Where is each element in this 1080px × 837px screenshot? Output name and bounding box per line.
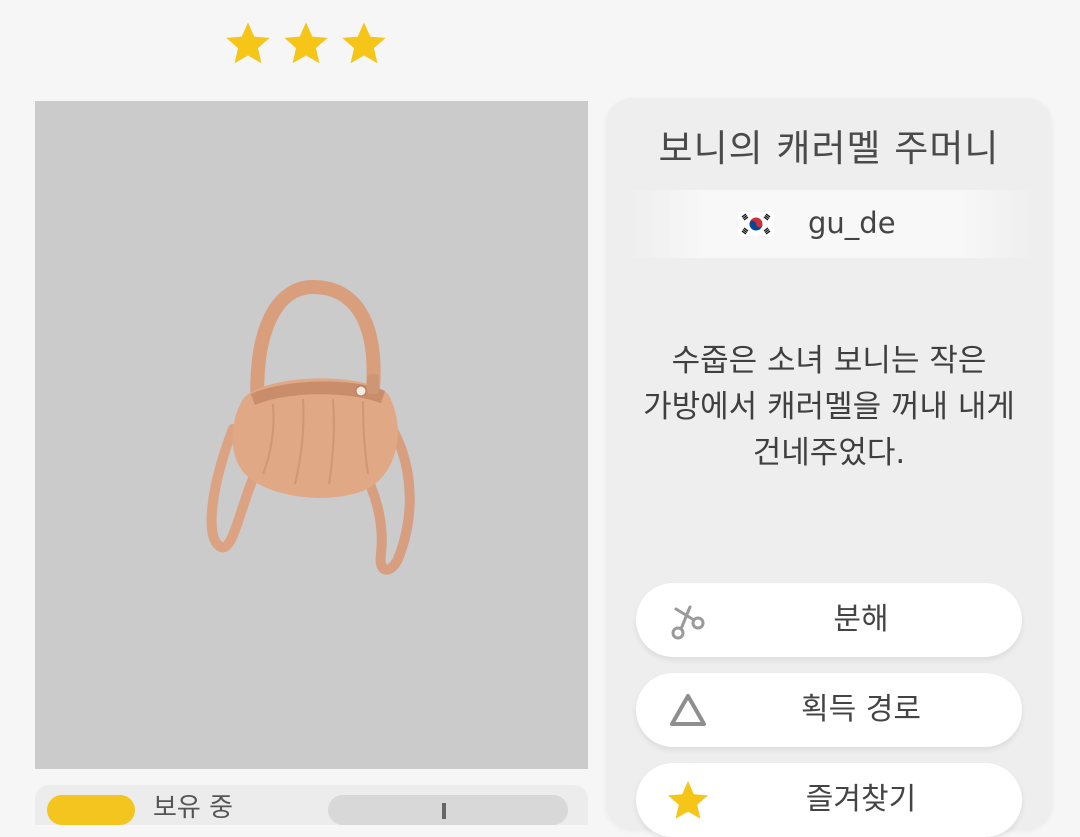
bag-image: [206, 279, 415, 575]
owned-label: 보유 중: [153, 793, 234, 823]
owned-count-badge: [47, 795, 135, 825]
favorite-label: 즐겨찾기: [805, 782, 917, 817]
designer-row[interactable]: gu_de: [626, 190, 1036, 258]
disassemble-button[interactable]: 분해: [636, 583, 1022, 657]
acquisition-path-label: 획득 경로: [801, 692, 921, 727]
item-image-panel: [35, 101, 588, 769]
star-icon: [284, 22, 328, 64]
star-rating: [222, 18, 398, 74]
star-icon: [226, 22, 270, 64]
item-title: 보니의 캐러멜 주머니: [658, 127, 1000, 170]
item-description: 수줍은 소녀 보니는 작은 가방에서 캐러멜을 꺼내 내게 건네주었다.: [643, 343, 1015, 471]
south-korea-flag-icon: [738, 212, 774, 236]
star-icon: [342, 22, 386, 64]
designer-name: gu_de: [808, 206, 896, 240]
star-icon: [668, 781, 708, 819]
owned-status-bar: 보유 중: [35, 785, 588, 825]
disassemble-label: 분해: [833, 602, 889, 637]
favorite-button[interactable]: 즐겨찾기: [636, 763, 1022, 837]
triangle-icon: [670, 694, 706, 726]
acquisition-path-button[interactable]: 획득 경로: [636, 673, 1022, 747]
scissors-icon: [671, 605, 705, 640]
item-info-card: 보니의 캐러멜 주머니 gu_de 수줍은 소녀 보니는 작은 가방에서 캐러멜…: [606, 98, 1052, 837]
bottom-action-button[interactable]: [328, 795, 568, 825]
